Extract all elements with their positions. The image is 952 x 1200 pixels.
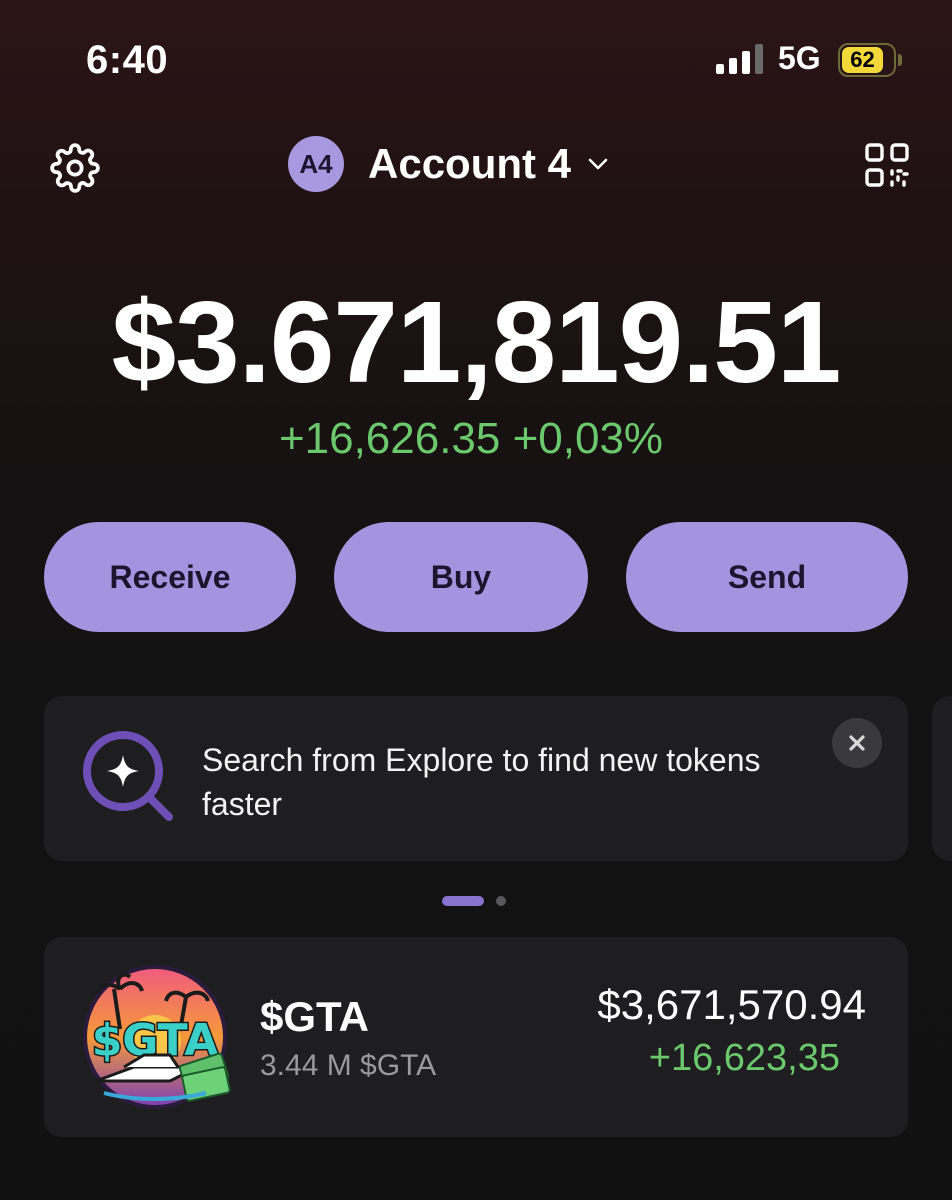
- next-banner-card[interactable]: [932, 696, 952, 861]
- portfolio-change: +16,626.35 +0,03%: [278, 414, 664, 463]
- receive-button[interactable]: Receive: [44, 522, 296, 632]
- token-symbol: $GTA: [260, 993, 369, 1040]
- pager-dot[interactable]: [496, 896, 506, 906]
- buy-button[interactable]: Buy: [334, 522, 588, 632]
- search-sparkle-icon: [83, 731, 173, 821]
- explore-banner[interactable]: Search from Explore to find new tokens f…: [44, 696, 908, 861]
- status-time: 6:40: [86, 38, 169, 82]
- close-icon[interactable]: [832, 718, 882, 768]
- account-name: Account 4: [368, 140, 572, 187]
- signal-strength-icon: [716, 44, 763, 74]
- account-switcher[interactable]: A4 Account 4: [288, 136, 609, 192]
- token-amount: 3.44 M $GTA: [260, 1049, 437, 1082]
- network-type: 5G: [778, 40, 821, 76]
- banner-text: Search from Explore to find new tokens f…: [202, 742, 761, 822]
- token-value: $3,671,570.94: [597, 981, 866, 1028]
- token-change: +16,623,35: [648, 1037, 840, 1079]
- avatar: A4: [288, 136, 344, 192]
- gta-token-logo: $GTA: [83, 965, 231, 1109]
- token-row[interactable]: $GTA $GTA 3.44 M $GTA $3,671,570.94 +16,…: [44, 937, 908, 1137]
- send-button[interactable]: Send: [626, 522, 908, 632]
- chevron-down-icon: [588, 158, 608, 170]
- gear-icon[interactable]: [50, 143, 100, 193]
- battery-level: 62: [842, 47, 883, 73]
- qr-scan-icon[interactable]: [864, 142, 910, 188]
- pager-dot-active[interactable]: [442, 896, 484, 906]
- portfolio-balance: $3.671,819.51: [111, 277, 842, 407]
- battery-icon: 62: [838, 43, 902, 77]
